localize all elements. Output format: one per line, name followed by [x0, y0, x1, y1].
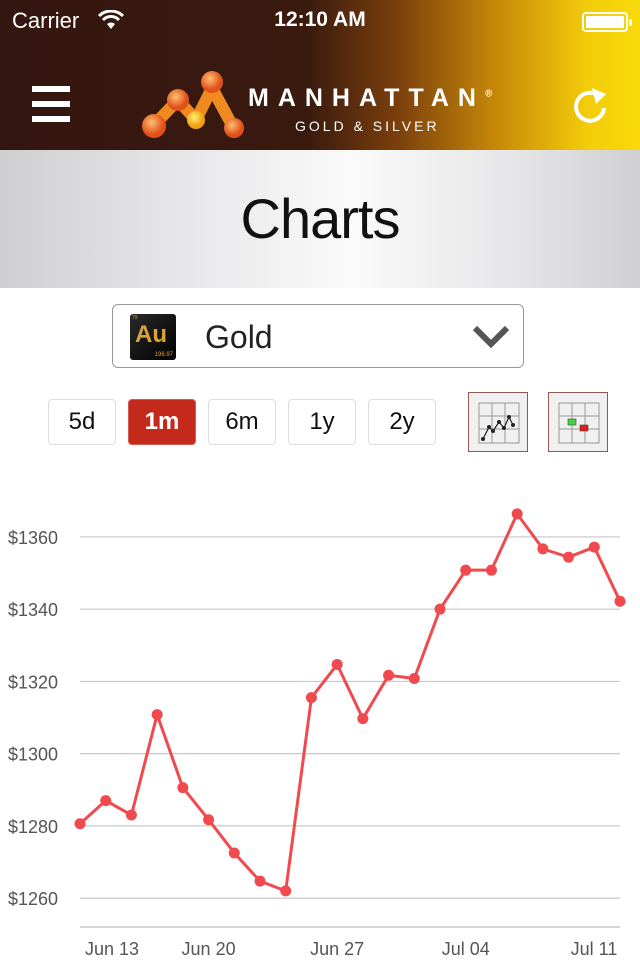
data-point: [434, 603, 446, 615]
page-title: Charts: [240, 187, 401, 250]
data-point: [151, 709, 163, 721]
y-tick-label: $1320: [8, 672, 58, 692]
atomic-weight: 196.97: [154, 352, 173, 358]
line-chart-button[interactable]: [468, 392, 528, 452]
metal-select[interactable]: 79 Au 196.97 Gold: [112, 304, 524, 368]
data-point: [357, 713, 369, 725]
clock: 12:10 AM: [274, 8, 366, 31]
logo: MANHATTAN® GOLD & SILVER: [140, 70, 510, 140]
candlestick-chart-button[interactable]: [548, 392, 608, 452]
data-point: [100, 795, 112, 807]
candlestick-chart-icon: [558, 402, 600, 444]
brand-name: MANHATTAN®: [248, 84, 492, 113]
y-tick-label: $1300: [8, 745, 58, 765]
line-chart-icon: [478, 402, 520, 444]
data-point: [74, 818, 86, 830]
refresh-icon[interactable]: [568, 82, 612, 126]
brand-text: MANHATTAN: [248, 84, 485, 112]
range-6m-button[interactable]: 6m: [208, 399, 276, 445]
data-point: [537, 543, 549, 555]
data-point: [228, 847, 240, 859]
data-point: [408, 673, 420, 685]
x-tick-label: Jun 13: [85, 939, 139, 959]
range-1y-button[interactable]: 1y: [288, 399, 356, 445]
chevron-down-icon: [472, 325, 510, 349]
gold-element-icon: 79 Au 196.97: [130, 314, 176, 360]
price-chart: $1260 $1280 $1300 $1320 $1340 $1360 Jun 13 Jun …: [8, 508, 626, 959]
x-tick-label: Jul 04: [442, 939, 490, 959]
data-point: [331, 658, 343, 670]
data-point: [511, 508, 523, 520]
y-tick-label: $1340: [8, 600, 58, 620]
x-tick-label: Jul 11: [571, 939, 618, 959]
element-symbol: Au: [135, 321, 167, 348]
range-1m-button[interactable]: 1m: [128, 399, 196, 445]
data-point: [177, 782, 189, 794]
app-header: Carrier 12:10 AM MANHATTAN® GOLD & SILVE…: [0, 0, 640, 150]
x-tick-label: Jun 27: [310, 939, 364, 959]
logo-mark-icon: [142, 71, 244, 138]
registered-mark: ®: [484, 88, 493, 100]
range-5d-button[interactable]: 5d: [48, 399, 116, 445]
data-point: [305, 692, 317, 704]
hamburger-menu-icon[interactable]: [32, 86, 70, 122]
title-bar: Charts: [0, 150, 640, 288]
battery-icon: [582, 12, 632, 32]
data-point: [460, 564, 472, 576]
data-point: [588, 541, 600, 553]
range-2y-button[interactable]: 2y: [368, 399, 436, 445]
selected-metal: Gold: [205, 319, 273, 355]
status-bar: Carrier 12:10 AM: [0, 6, 640, 36]
data-point: [280, 885, 292, 897]
data-point: [125, 809, 137, 821]
price-line: [78, 512, 622, 893]
data-point: [203, 814, 215, 826]
y-tick-label: $1360: [8, 528, 58, 548]
data-point: [614, 595, 626, 607]
y-tick-label: $1260: [8, 889, 58, 909]
data-point: [485, 564, 497, 576]
brand-tagline: GOLD & SILVER: [295, 118, 440, 134]
y-tick-label: $1280: [8, 817, 58, 837]
data-point: [563, 551, 575, 563]
data-point: [254, 875, 266, 887]
x-tick-label: Jun 20: [182, 939, 236, 959]
data-point: [383, 669, 395, 681]
